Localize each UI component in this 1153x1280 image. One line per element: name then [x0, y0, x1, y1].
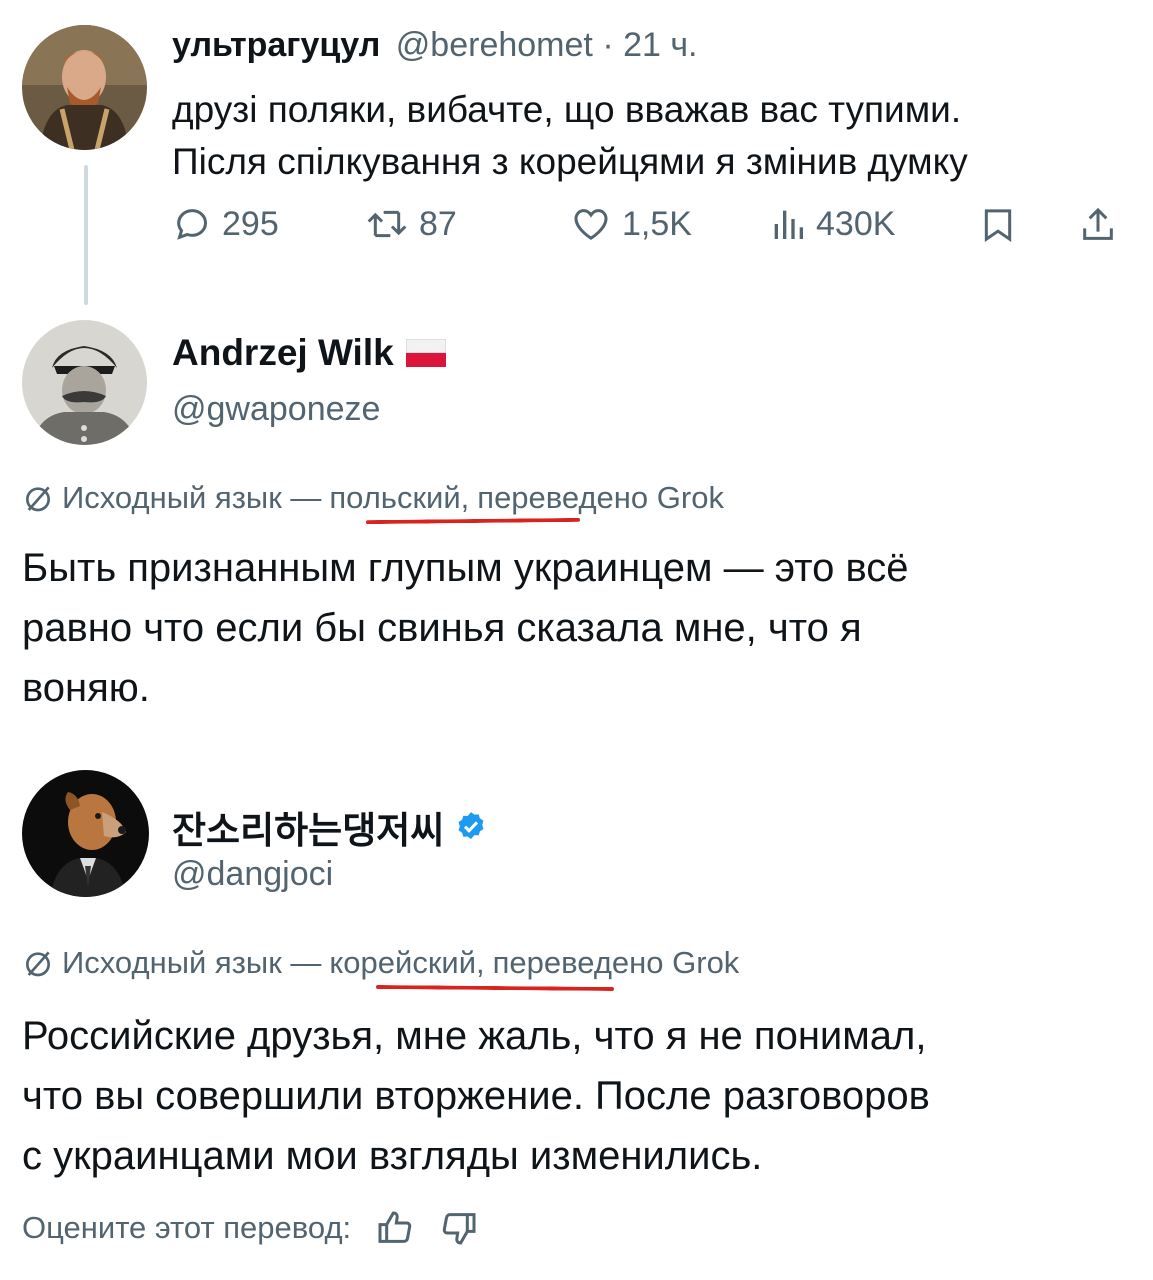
like-icon: [574, 209, 608, 240]
tweet-text-line: друзі поляки, вибачте, що вважав вас туп…: [172, 89, 962, 130]
tweet-text-line: с украинцами мои взгляды изменились.: [22, 1134, 763, 1178]
red-underline: [375, 984, 615, 992]
thumbs-down-icon[interactable]: [439, 1208, 479, 1248]
views-count: 430K: [816, 204, 896, 243]
verified-badge-icon: [458, 812, 484, 840]
bookmark-icon: [984, 209, 1012, 243]
tweet1-text: друзі поляки, вибачте, що вважав вас туп…: [172, 84, 968, 188]
avatar-ultrahutsul[interactable]: [22, 25, 147, 150]
share-button[interactable]: [1078, 204, 1118, 246]
handle[interactable]: @gwaponeze: [172, 390, 380, 429]
translation-source[interactable]: переведено Grok: [477, 480, 724, 516]
tweet-text-line: равно что если бы свинья сказала мне, чт…: [22, 606, 862, 650]
views-icon: [774, 210, 803, 239]
avatar-andrzej-wilk[interactable]: [22, 320, 147, 445]
tweet1-header: ультрагуцул @berehomet · 21 ч.: [172, 26, 698, 65]
avatar-dangjoci[interactable]: [22, 770, 149, 897]
tweet-text-line: что вы совершили вторжение. После разгов…: [22, 1074, 930, 1118]
display-name[interactable]: Andrzej Wilk: [172, 332, 394, 374]
bookmark-button[interactable]: [978, 204, 1018, 246]
translation-note: Исходный язык — корейский, переведено Gr…: [22, 945, 739, 981]
thread-line: [84, 165, 88, 305]
repost-count: 87: [419, 204, 457, 243]
translation-prefix: Исходный язык —: [62, 945, 322, 980]
translate-icon: [26, 486, 50, 512]
display-name[interactable]: 잔소리하는댕저씨: [172, 800, 444, 854]
red-underline: [365, 517, 581, 525]
rate-translation-label: Оцените этот перевод:: [22, 1210, 352, 1245]
share-icon: [1083, 207, 1113, 240]
translation-language[interactable]: польский,: [329, 480, 469, 516]
translation-note: Исходный язык — польский, переведено Gro…: [22, 480, 724, 516]
tweet3-name-row: 잔소리하는댕저씨: [172, 800, 488, 854]
handle[interactable]: @berehomet: [396, 26, 593, 64]
handle[interactable]: @dangjoci: [172, 855, 333, 894]
tweet2-name-row: Andrzej Wilk: [172, 332, 446, 374]
display-name[interactable]: ультрагуцул: [172, 26, 380, 64]
reply-icon: [177, 209, 208, 240]
poland-flag-icon: [405, 339, 446, 367]
tweet-text-line: Российские друзья, мне жаль, что я не по…: [22, 1014, 927, 1058]
translate-icon: [26, 951, 50, 977]
repost-button[interactable]: 87: [365, 204, 457, 244]
rate-translation-row: Оцените этот перевод:: [22, 1208, 479, 1248]
tweet3-text: Российские друзья, мне жаль, что я не по…: [22, 1006, 930, 1186]
tweet2-text: Быть признанным глупым украинцем — это в…: [22, 538, 908, 718]
translation-prefix: Исходный язык —: [62, 480, 322, 515]
views-button[interactable]: 430K: [770, 204, 895, 244]
repost-icon: [367, 210, 407, 238]
translation-source[interactable]: переведено Grok: [493, 945, 740, 981]
tweet-text-line: воняю.: [22, 666, 150, 710]
tweet-text-line: Після спілкування з корейцями я змінив д…: [172, 141, 968, 182]
tweet-text-line: Быть признанным глупым украинцем — это в…: [22, 546, 909, 590]
reply-button[interactable]: 295: [172, 204, 279, 244]
like-button[interactable]: 1,5K: [570, 204, 692, 244]
translation-language[interactable]: корейский,: [329, 945, 484, 981]
thumbs-up-icon[interactable]: [375, 1208, 415, 1248]
like-count: 1,5K: [622, 204, 692, 243]
reply-count: 295: [222, 204, 279, 243]
timestamp[interactable]: · 21 ч.: [602, 26, 697, 64]
